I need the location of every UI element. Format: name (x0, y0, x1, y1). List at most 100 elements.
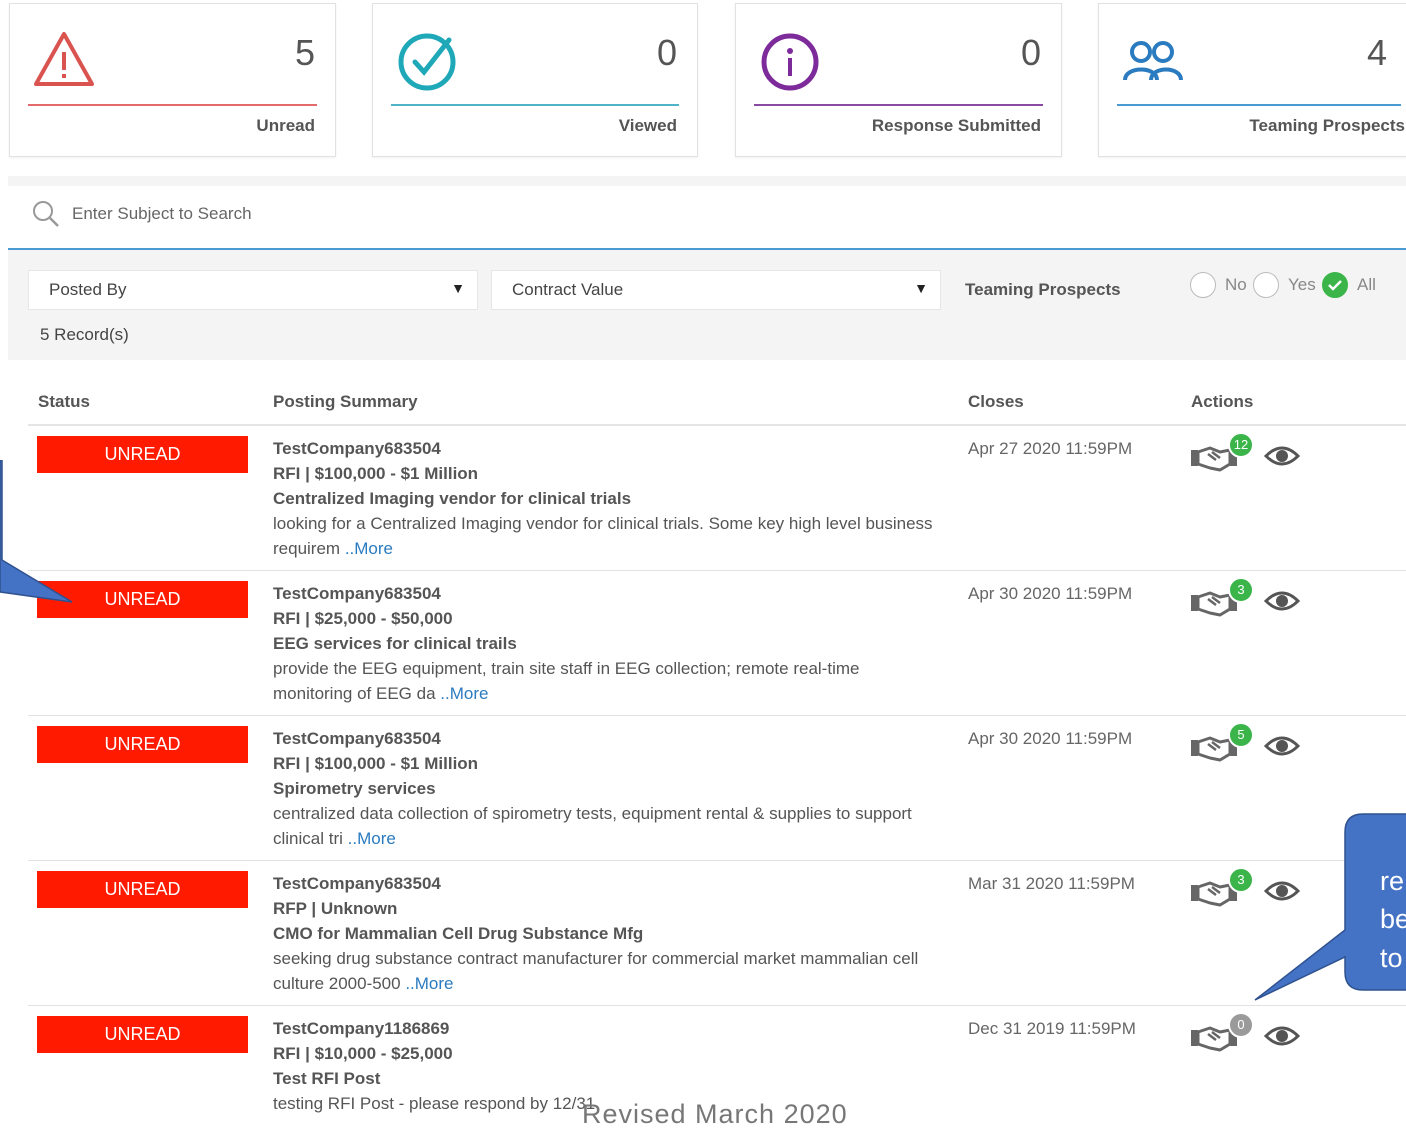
viewed-label: Viewed (618, 116, 677, 135)
teaming-prospects-card[interactable]: 4 Teaming Prospects (1098, 3, 1406, 157)
divider (391, 104, 679, 106)
record-count: 5 Record(s) (40, 325, 129, 344)
description-text: clinical tri (273, 829, 343, 848)
unread-card[interactable]: 5 Unread (9, 3, 336, 157)
teaming-count-badge: 0 (1228, 1012, 1254, 1038)
company-name[interactable]: TestCompany683504 (273, 726, 963, 751)
description-line-2: monitoring of EEG da ..More (273, 681, 963, 706)
teaming-count-badge: 5 (1228, 722, 1254, 748)
eye-icon[interactable] (1264, 1024, 1300, 1048)
posting-subject[interactable]: EEG services for clinical trails (273, 631, 963, 656)
closes-date: Apr 30 2020 11:59PM (968, 584, 1133, 603)
description-text: culture 2000-500 (273, 974, 401, 993)
radio-yes[interactable] (1253, 272, 1279, 298)
check-icon (1328, 280, 1342, 291)
contract-value-select[interactable]: Contract Value ▼ (491, 270, 941, 310)
callout-text-2: be (1380, 904, 1406, 934)
footer-fragment: Revised March 2020 (582, 1099, 848, 1129)
type-value: RFI | $100,000 - $1 Million (273, 754, 479, 773)
row-actions: 12 (1190, 432, 1310, 478)
column-closes: Closes (968, 392, 1024, 411)
teaming-filter-label: Teaming Prospects (965, 280, 1121, 299)
search-input[interactable] (70, 198, 674, 230)
company-name[interactable]: TestCompany683504 (273, 436, 963, 461)
closes-date: Dec 31 2019 11:59PM (968, 1019, 1136, 1038)
radio-yes-label: Yes (1288, 275, 1316, 294)
closes-date: Mar 31 2020 11:59PM (968, 874, 1135, 893)
viewed-count: 0 (656, 32, 677, 73)
response-label: Response Submitted (871, 116, 1041, 135)
more-link[interactable]: ..More (348, 829, 396, 848)
column-posting-summary: Posting Summary (273, 392, 418, 411)
column-actions: Actions (1191, 392, 1254, 411)
contract-value-value: Contract Value (512, 280, 624, 299)
row-divider (28, 1005, 1406, 1006)
unread-count: 5 (294, 32, 315, 73)
description-line-2: culture 2000-500 ..More (273, 971, 963, 996)
row-divider (28, 860, 1406, 861)
info-circle-icon (761, 33, 819, 91)
status-badge: UNREAD (37, 871, 248, 908)
callout-arrow-left (0, 460, 73, 603)
description-line: looking for a Centralized Imaging vendor… (273, 514, 933, 533)
row-actions: 0 (1190, 1012, 1310, 1058)
more-link[interactable]: ..More (440, 684, 488, 703)
row-actions: 5 (1190, 722, 1310, 768)
closes-date: Apr 30 2020 11:59PM (968, 729, 1133, 748)
status-badge: UNREAD (37, 1016, 248, 1053)
divider (1117, 104, 1401, 106)
check-circle-icon (398, 33, 456, 91)
company-name[interactable]: TestCompany683504 (273, 581, 963, 606)
posting-summary: TestCompany683504 RFI | $100,000 - $1 Mil… (273, 436, 963, 561)
posted-by-value: Posted By (49, 280, 127, 299)
company-name[interactable]: TestCompany1186869 (273, 1016, 963, 1041)
description-line: provide the EEG equipment, train site st… (273, 659, 860, 678)
description-line: centralized data collection of spirometr… (273, 804, 912, 823)
header-divider (28, 424, 1406, 426)
unread-label: Unread (256, 116, 315, 135)
posting-subject[interactable]: Test RFI Post (273, 1066, 963, 1091)
divider (28, 104, 317, 106)
posted-by-select[interactable]: Posted By ▼ (28, 270, 478, 310)
column-status: Status (38, 392, 90, 411)
response-count: 0 (1020, 32, 1041, 73)
caret-down-icon: ▼ (451, 280, 465, 296)
row-divider (28, 570, 1406, 571)
caret-down-icon: ▼ (914, 280, 928, 296)
teaming-label: Teaming Prospects (1249, 116, 1405, 135)
viewed-card[interactable]: 0 Viewed (372, 3, 698, 157)
row-divider (28, 715, 1406, 716)
company-name[interactable]: TestCompany683504 (273, 871, 963, 896)
callout-text-3: to (1380, 943, 1403, 973)
posting-summary: TestCompany683504 RFI | $100,000 - $1 Mil… (273, 726, 963, 851)
more-link[interactable]: ..More (405, 974, 453, 993)
posting-subject[interactable]: Centralized Imaging vendor for clinical … (273, 486, 963, 511)
search-bar (8, 186, 1406, 250)
radio-no[interactable] (1190, 272, 1216, 298)
eye-icon[interactable] (1264, 589, 1300, 613)
type-value: RFP | Unknown (273, 899, 398, 918)
description-line-2: requirem ..More (273, 536, 963, 561)
radio-all[interactable] (1322, 272, 1348, 298)
description-text: monitoring of EEG da (273, 684, 436, 703)
posting-summary: TestCompany683504 RFI | $25,000 - $50,000… (273, 581, 963, 706)
teaming-count: 4 (1366, 32, 1387, 73)
row-actions: 3 (1190, 577, 1310, 623)
radio-no-label: No (1225, 275, 1247, 294)
status-badge: UNREAD (37, 726, 248, 763)
more-link[interactable]: ..More (345, 539, 393, 558)
posting-subject[interactable]: Spirometry services (273, 776, 963, 801)
divider (754, 104, 1043, 106)
teaming-count-badge: 3 (1228, 577, 1254, 603)
callout-text-1: re (1380, 866, 1405, 896)
type-value: RFI | $10,000 - $25,000 (273, 1044, 453, 1063)
warning-triangle-icon (34, 32, 94, 86)
description-line-2: clinical tri ..More (273, 826, 963, 851)
search-icon[interactable] (32, 200, 60, 228)
eye-icon[interactable] (1264, 734, 1300, 758)
closes-date: Apr 27 2020 11:59PM (968, 439, 1133, 458)
posting-subject[interactable]: CMO for Mammalian Cell Drug Substance Mf… (273, 921, 963, 946)
response-submitted-card[interactable]: 0 Response Submitted (735, 3, 1062, 157)
type-value: RFI | $100,000 - $1 Million (273, 464, 479, 483)
eye-icon[interactable] (1264, 444, 1300, 468)
